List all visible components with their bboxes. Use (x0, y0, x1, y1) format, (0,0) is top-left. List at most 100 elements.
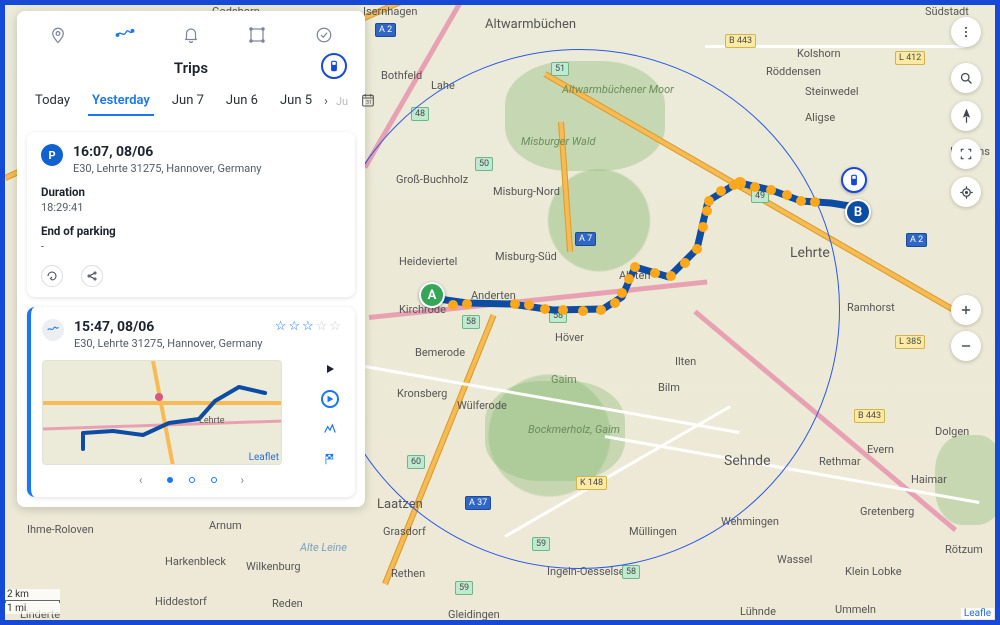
trip-timestamp: 15:47, 08/06 (74, 319, 262, 335)
share-button[interactable] (81, 265, 103, 287)
pager-prev-button[interactable]: ‹ (139, 473, 143, 487)
more-menu-button[interactable] (951, 17, 981, 47)
zoom-in-button[interactable] (951, 295, 981, 325)
road-badge: 50 (475, 157, 493, 171)
map-city-label: Heideviertel (399, 255, 457, 268)
map-city-label: Groß-Buchholz (396, 173, 468, 186)
map-city-label: Wehmingen (721, 515, 779, 528)
marker-a[interactable]: A (419, 282, 445, 308)
map-city-label: Röddensen (766, 65, 821, 78)
map-city-label: Kronsberg (397, 387, 447, 400)
map-attribution: Leafle (961, 608, 994, 619)
map-city-label: Bothfeld (381, 69, 422, 82)
map-city-label: Höver (555, 331, 584, 344)
road-badge: 59 (532, 537, 550, 551)
chevron-right-icon[interactable]: › (320, 90, 332, 113)
map-city-label: Bockmerholz, Gaim (528, 423, 620, 436)
star-icon: ☆ (288, 319, 300, 334)
zone-icon[interactable] (245, 23, 269, 47)
map-city-label: Wülferode (457, 399, 507, 412)
road-badge: 58 (462, 315, 480, 329)
trip-card[interactable]: 15:47, 08/06 E30, Lehrte 31275, Hannover… (27, 307, 355, 497)
trip-minimap[interactable]: Lehrte Leaflet (42, 360, 282, 465)
vehicle-selector[interactable] (321, 53, 347, 79)
svg-text:31: 31 (366, 100, 372, 106)
geolocate-button[interactable] (951, 177, 981, 207)
map-city-label: Misburg-Nord (493, 185, 560, 198)
map-city-label: Ramhorst (847, 301, 895, 314)
map-city-label: Lühnde (740, 605, 776, 618)
zoom-out-button[interactable] (951, 331, 981, 361)
duration-value: 18:29:41 (41, 201, 341, 214)
map-city-label: Ilten (675, 355, 696, 368)
scale-km: 2 km (5, 589, 60, 600)
star-icon: ☆ (302, 319, 314, 334)
replay-button[interactable] (321, 390, 339, 408)
date-tab-overflow: Ju (336, 95, 348, 108)
map-search-button[interactable] (951, 63, 981, 93)
end-parking-value: - (41, 240, 341, 253)
map-city-label: Südstadt (925, 5, 969, 18)
map-city-label: Altwarmbüchen (485, 17, 576, 32)
map-city-label: Misburg-Süd (495, 250, 557, 263)
side-panel: Trips Today Yesterday Jun 7 Jun 6 Jun 5 › Ju… (17, 11, 365, 507)
trip-rating[interactable]: ☆ ☆ ☆ ☆ ☆ (275, 319, 341, 334)
map-city-label: Rethen (391, 567, 425, 580)
road-badge: 51 (551, 62, 569, 76)
play-button[interactable] (321, 360, 339, 378)
trip-pager: ‹ › (42, 473, 341, 487)
parking-address: E30, Lehrte 31275, Hannover, Germany (73, 162, 261, 175)
pin-icon[interactable] (46, 23, 70, 47)
road-badge: 58 (622, 565, 640, 579)
bell-icon[interactable] (179, 23, 203, 47)
panel-title: Trips (174, 59, 208, 77)
pager-next-button[interactable]: › (241, 473, 245, 487)
date-tab-jun-6[interactable]: Jun 6 (222, 87, 262, 116)
calendar-button[interactable]: 31 (356, 88, 380, 116)
trips-icon[interactable] (113, 23, 137, 47)
pager-dot[interactable] (211, 477, 217, 483)
road-badge: A 7 (575, 232, 596, 246)
compass-button[interactable] (951, 101, 981, 131)
marker-b[interactable]: B (845, 199, 871, 225)
parking-card[interactable]: P 16:07, 08/06 E30, Lehrte 31275, Hannov… (27, 132, 355, 297)
pager-dot[interactable] (167, 477, 173, 483)
map-city-label: Isernhagen (363, 5, 417, 18)
end-parking-label: End of parking (41, 224, 341, 238)
map-city-label: Hiddestorf (155, 595, 207, 608)
trip-icon (42, 319, 64, 341)
road-badge: L 412 (895, 51, 925, 65)
map-city-label: Bilm (658, 381, 680, 394)
map-city-label: Harkenbleck (165, 555, 226, 568)
road-badge: B 443 (725, 34, 756, 48)
date-tab-jun-7[interactable]: Jun 7 (168, 87, 208, 116)
fullscreen-button[interactable] (951, 139, 981, 169)
date-tab-today[interactable]: Today (31, 87, 74, 116)
road-badge: 58 (549, 309, 567, 323)
map-city-label: Bemerode (415, 346, 465, 359)
map-city-label: Rethmar (819, 455, 861, 468)
road-badge: B 443 (854, 409, 885, 423)
star-icon: ☆ (316, 319, 328, 334)
finish-flag-button[interactable] (321, 450, 339, 468)
map-city-label: Gaim (551, 373, 577, 386)
map-city-label: Kolshorn (797, 47, 841, 60)
route-action-button[interactable] (41, 265, 63, 287)
check-icon[interactable] (312, 23, 336, 47)
date-tab-yesterday[interactable]: Yesterday (88, 87, 154, 116)
map-city-label: Ummeln (835, 603, 876, 616)
vehicle-marker[interactable] (841, 167, 867, 193)
road-badge: 48 (411, 107, 429, 121)
map-city-label: Evern (867, 443, 894, 456)
segments-button[interactable] (321, 420, 339, 438)
pager-dot[interactable] (189, 477, 195, 483)
road-badge: A 2 (906, 233, 927, 247)
road-badge: A 2 (375, 23, 396, 37)
road-badge: 59 (455, 581, 473, 595)
panel-icon-tabs (17, 11, 365, 55)
map-city-label: Alte Leine (300, 541, 347, 554)
map-city-label: Lahe (431, 79, 455, 92)
date-tab-jun-5[interactable]: Jun 5 (276, 87, 316, 116)
marker-a-label: A (428, 288, 437, 303)
minimap-attribution: Leaflet (249, 452, 279, 463)
